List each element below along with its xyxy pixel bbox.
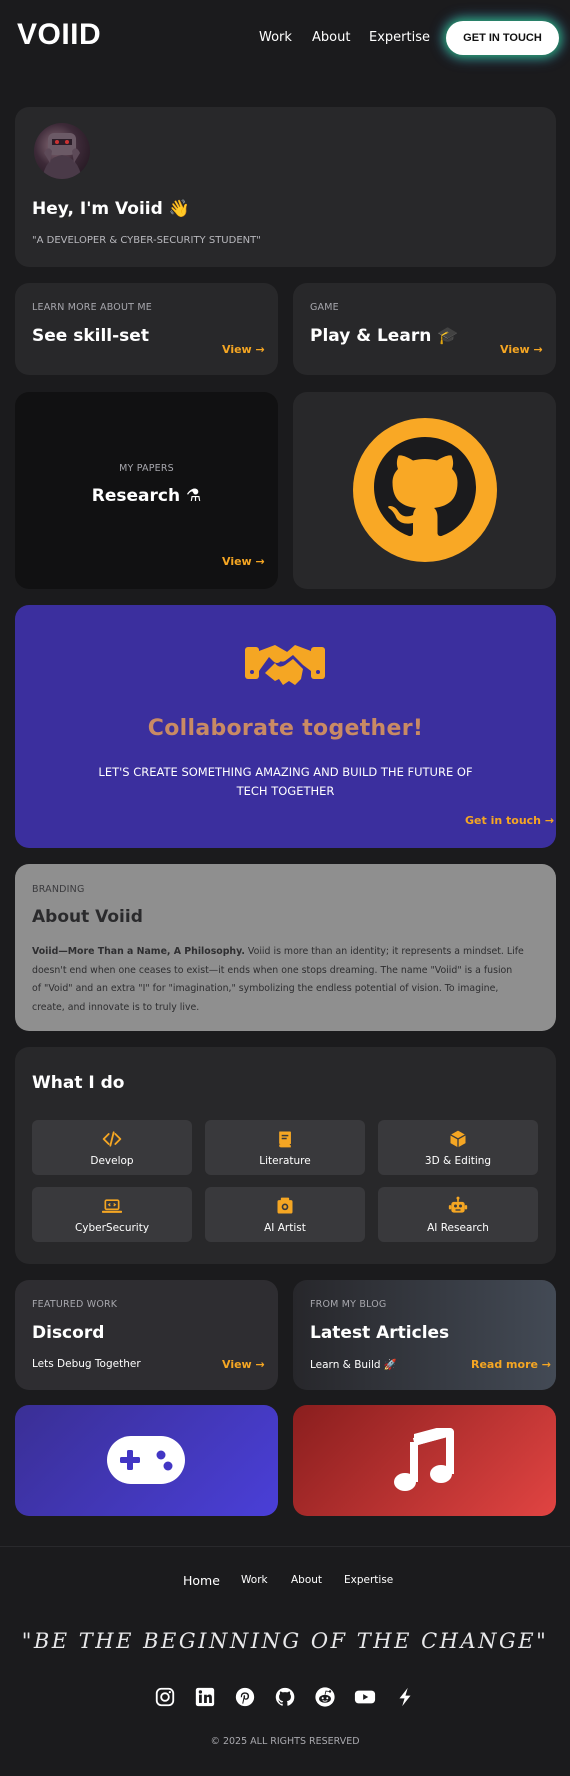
service-label: 3D & Editing <box>424 1154 492 1167</box>
book-icon <box>279 1131 291 1147</box>
footer-nav-about[interactable]: About <box>291 1574 322 1586</box>
service-label: Develop <box>90 1154 134 1167</box>
skills-title: See skill-set <box>32 326 149 346</box>
camera-icon <box>277 1197 293 1213</box>
featured-work-card[interactable]: FEATURED WORK Discord Lets Debug Togethe… <box>15 1280 278 1390</box>
skills-card[interactable]: LEARN MORE ABOUT ME See skill-set View → <box>15 283 278 375</box>
music-tile[interactable] <box>293 1405 556 1516</box>
about-lead: Voiid—More Than a Name, A Philosophy. <box>32 946 245 957</box>
about-line1: Voiid is more than an identity; it repre… <box>244 946 524 957</box>
papers-eyebrow: MY PAPERS <box>119 463 174 474</box>
nav-work[interactable]: Work <box>259 30 292 45</box>
intro-greeting: Hey, I'm Voiid 👋 <box>32 199 190 219</box>
get-in-touch-button[interactable]: GET IN TOUCH <box>446 21 559 55</box>
game-eyebrow: GAME <box>310 302 339 313</box>
pinterest-icon[interactable] <box>234 1686 256 1708</box>
game-view-link[interactable]: View → <box>500 343 543 356</box>
service-3d-editing[interactable]: 3D & Editing <box>378 1120 538 1175</box>
about-line3: of "Void" and an extra "I" for "imaginat… <box>32 983 499 994</box>
papers-view-link[interactable]: View → <box>222 555 265 568</box>
intro-tagline: "A DEVELOPER & CYBER-SECURITY STUDENT" <box>32 235 261 246</box>
collab-text-line1: LET'S CREATE SOMETHING AMAZING AND BUILD… <box>98 765 473 779</box>
blog-card[interactable]: FROM MY BLOG Latest Articles Learn & Bui… <box>293 1280 556 1390</box>
linkedin-icon[interactable] <box>194 1686 216 1708</box>
game-card[interactable]: GAME Play & Learn 🎓 View → <box>293 283 556 375</box>
game-title: Play & Learn 🎓 <box>310 326 459 346</box>
youtube-icon[interactable] <box>354 1686 376 1708</box>
footer-nav-expertise[interactable]: Expertise <box>344 1574 393 1586</box>
about-line2: doesn't end when one ceases to exist—it … <box>32 964 513 976</box>
papers-card[interactable]: MY PAPERS Research ⚗ View → <box>15 392 278 589</box>
nav-expertise[interactable]: Expertise <box>369 30 430 45</box>
github-icon <box>353 418 497 562</box>
footer-quote: "BE THE BEGINNING OF THE CHANGE" <box>21 1629 549 1653</box>
what-i-do-card: What I do Develop Literature 3D & Editin… <box>15 1047 556 1264</box>
what-i-do-title: What I do <box>32 1073 125 1093</box>
blog-read-more-link[interactable]: Read more → <box>471 1358 551 1371</box>
cube-icon <box>450 1130 466 1147</box>
about-card: BRANDING About Voiid Voiid—More Than a N… <box>15 864 556 1031</box>
collab-text-line2: TECH TOGETHER <box>236 784 335 798</box>
service-ai-research[interactable]: AI Research <box>378 1187 538 1242</box>
skills-eyebrow: LEARN MORE ABOUT ME <box>32 302 152 313</box>
service-cybersecurity[interactable]: CyberSecurity <box>32 1187 192 1242</box>
footer-divider <box>0 1546 570 1547</box>
reddit-icon[interactable] <box>314 1686 336 1708</box>
service-label: CyberSecurity <box>74 1221 150 1234</box>
service-develop[interactable]: Develop <box>32 1120 192 1175</box>
laptop-code-icon <box>102 1198 122 1213</box>
collab-card: Collaborate together! LET'S CREATE SOMET… <box>15 605 556 848</box>
avatar <box>34 123 90 179</box>
social-links <box>154 1686 416 1710</box>
bolt-icon[interactable] <box>394 1686 416 1708</box>
copyright: © 2025 ALL RIGHTS RESERVED <box>210 1736 360 1747</box>
about-line4: create, and innovate is to truly live. <box>32 1001 200 1013</box>
about-text: Voiid—More Than a Name, A Philosophy. Vo… <box>32 943 547 1017</box>
code-icon <box>102 1130 122 1147</box>
service-label: Literature <box>259 1154 311 1167</box>
about-title: About Voiid <box>32 907 143 927</box>
featured-eyebrow: FEATURED WORK <box>32 1299 118 1310</box>
gamepad-icon <box>107 1436 185 1484</box>
github-card[interactable] <box>293 392 556 589</box>
service-label: AI Artist <box>264 1221 306 1234</box>
blog-eyebrow: FROM MY BLOG <box>310 1299 387 1310</box>
featured-title: Discord <box>32 1323 105 1343</box>
game-tile[interactable] <box>15 1405 278 1516</box>
about-eyebrow: BRANDING <box>32 884 85 895</box>
service-ai-artist[interactable]: AI Artist <box>205 1187 365 1242</box>
nav-about[interactable]: About <box>312 30 350 45</box>
featured-view-link[interactable]: View → <box>222 1358 265 1371</box>
intro-card: Hey, I'm Voiid 👋 "A DEVELOPER & CYBER-SE… <box>15 107 556 267</box>
service-label: AI Research <box>427 1221 489 1234</box>
get-in-touch-link[interactable]: Get in touch → <box>465 814 554 827</box>
skills-view-link[interactable]: View → <box>222 343 265 356</box>
music-icon <box>394 1428 454 1491</box>
github-icon[interactable] <box>274 1686 296 1708</box>
featured-subtitle: Lets Debug Together <box>32 1358 141 1370</box>
handshake-icon <box>245 645 325 685</box>
service-literature[interactable]: Literature <box>205 1120 365 1175</box>
blog-title: Latest Articles <box>310 1323 450 1343</box>
footer-nav-home[interactable]: Home <box>183 1573 220 1588</box>
instagram-icon[interactable] <box>154 1686 176 1708</box>
robot-icon <box>448 1196 468 1213</box>
papers-title: Research ⚗ <box>91 486 202 506</box>
blog-subtitle: Learn & Build 🚀 <box>310 1359 397 1371</box>
collab-title: Collaborate together! <box>147 716 424 741</box>
footer-nav-work[interactable]: Work <box>241 1574 268 1586</box>
site-logo[interactable]: VOIID <box>17 18 101 52</box>
